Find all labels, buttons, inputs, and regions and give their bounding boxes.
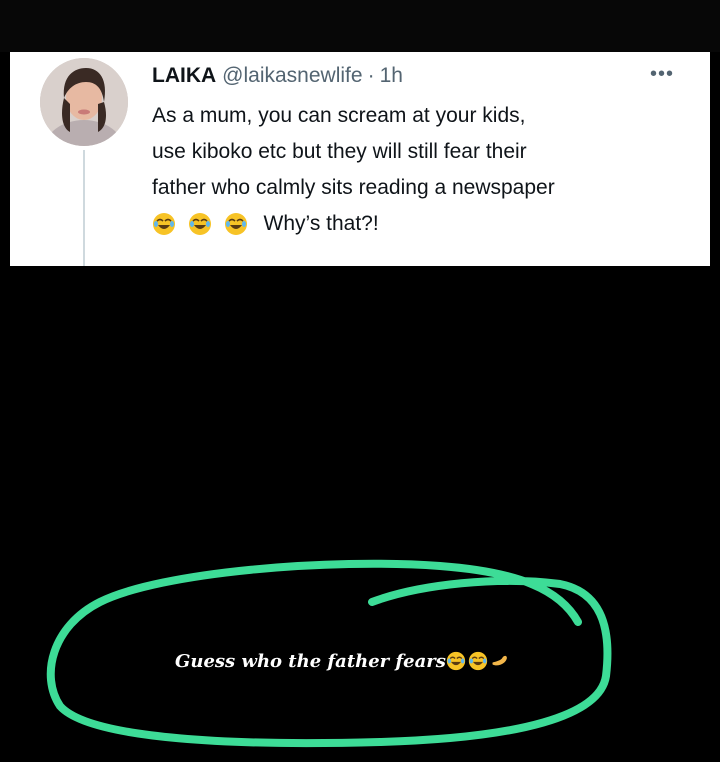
green-circle-scribble	[46, 559, 612, 748]
caption-area: Guess who the father fears	[0, 266, 720, 762]
flexed-biceps-icon	[490, 651, 510, 671]
tweet-question: Why’s that?!	[263, 212, 379, 235]
tweet-time[interactable]: 1h	[380, 64, 403, 88]
top-dark-bar	[0, 0, 720, 52]
tweet-text-line: use kiboko etc but they will still fear …	[152, 140, 527, 163]
caption-text: Guess who the father fears	[175, 650, 446, 672]
avatar[interactable]	[40, 58, 128, 146]
separator-dot: ·	[367, 64, 375, 87]
tweet-text-line: Why’s that?!	[152, 206, 692, 242]
author-name[interactable]: LAIKA	[152, 64, 216, 88]
tweet-header: LAIKA @laikasnewlife · 1h	[152, 64, 403, 92]
tweet-text: As a mum, you can scream at your kids, u…	[152, 98, 692, 242]
more-horizontal-icon[interactable]: •••	[642, 60, 682, 88]
caption: Guess who the father fears	[175, 646, 512, 676]
face-with-tears-of-joy-icon	[152, 212, 176, 236]
tweet-text-line: father who calmly sits reading a newspap…	[152, 176, 555, 199]
thread-line	[83, 150, 85, 266]
tweet-card[interactable]: LAIKA @laikasnewlife · 1h ••• As a mum, …	[10, 52, 710, 266]
author-handle[interactable]: @laikasnewlife	[222, 64, 362, 88]
face-with-tears-of-joy-icon	[188, 212, 212, 236]
tweet-text-line: As a mum, you can scream at your kids,	[152, 104, 526, 127]
face-with-tears-of-joy-icon	[468, 651, 488, 671]
face-with-tears-of-joy-icon	[446, 651, 466, 671]
face-with-tears-of-joy-icon	[224, 212, 248, 236]
